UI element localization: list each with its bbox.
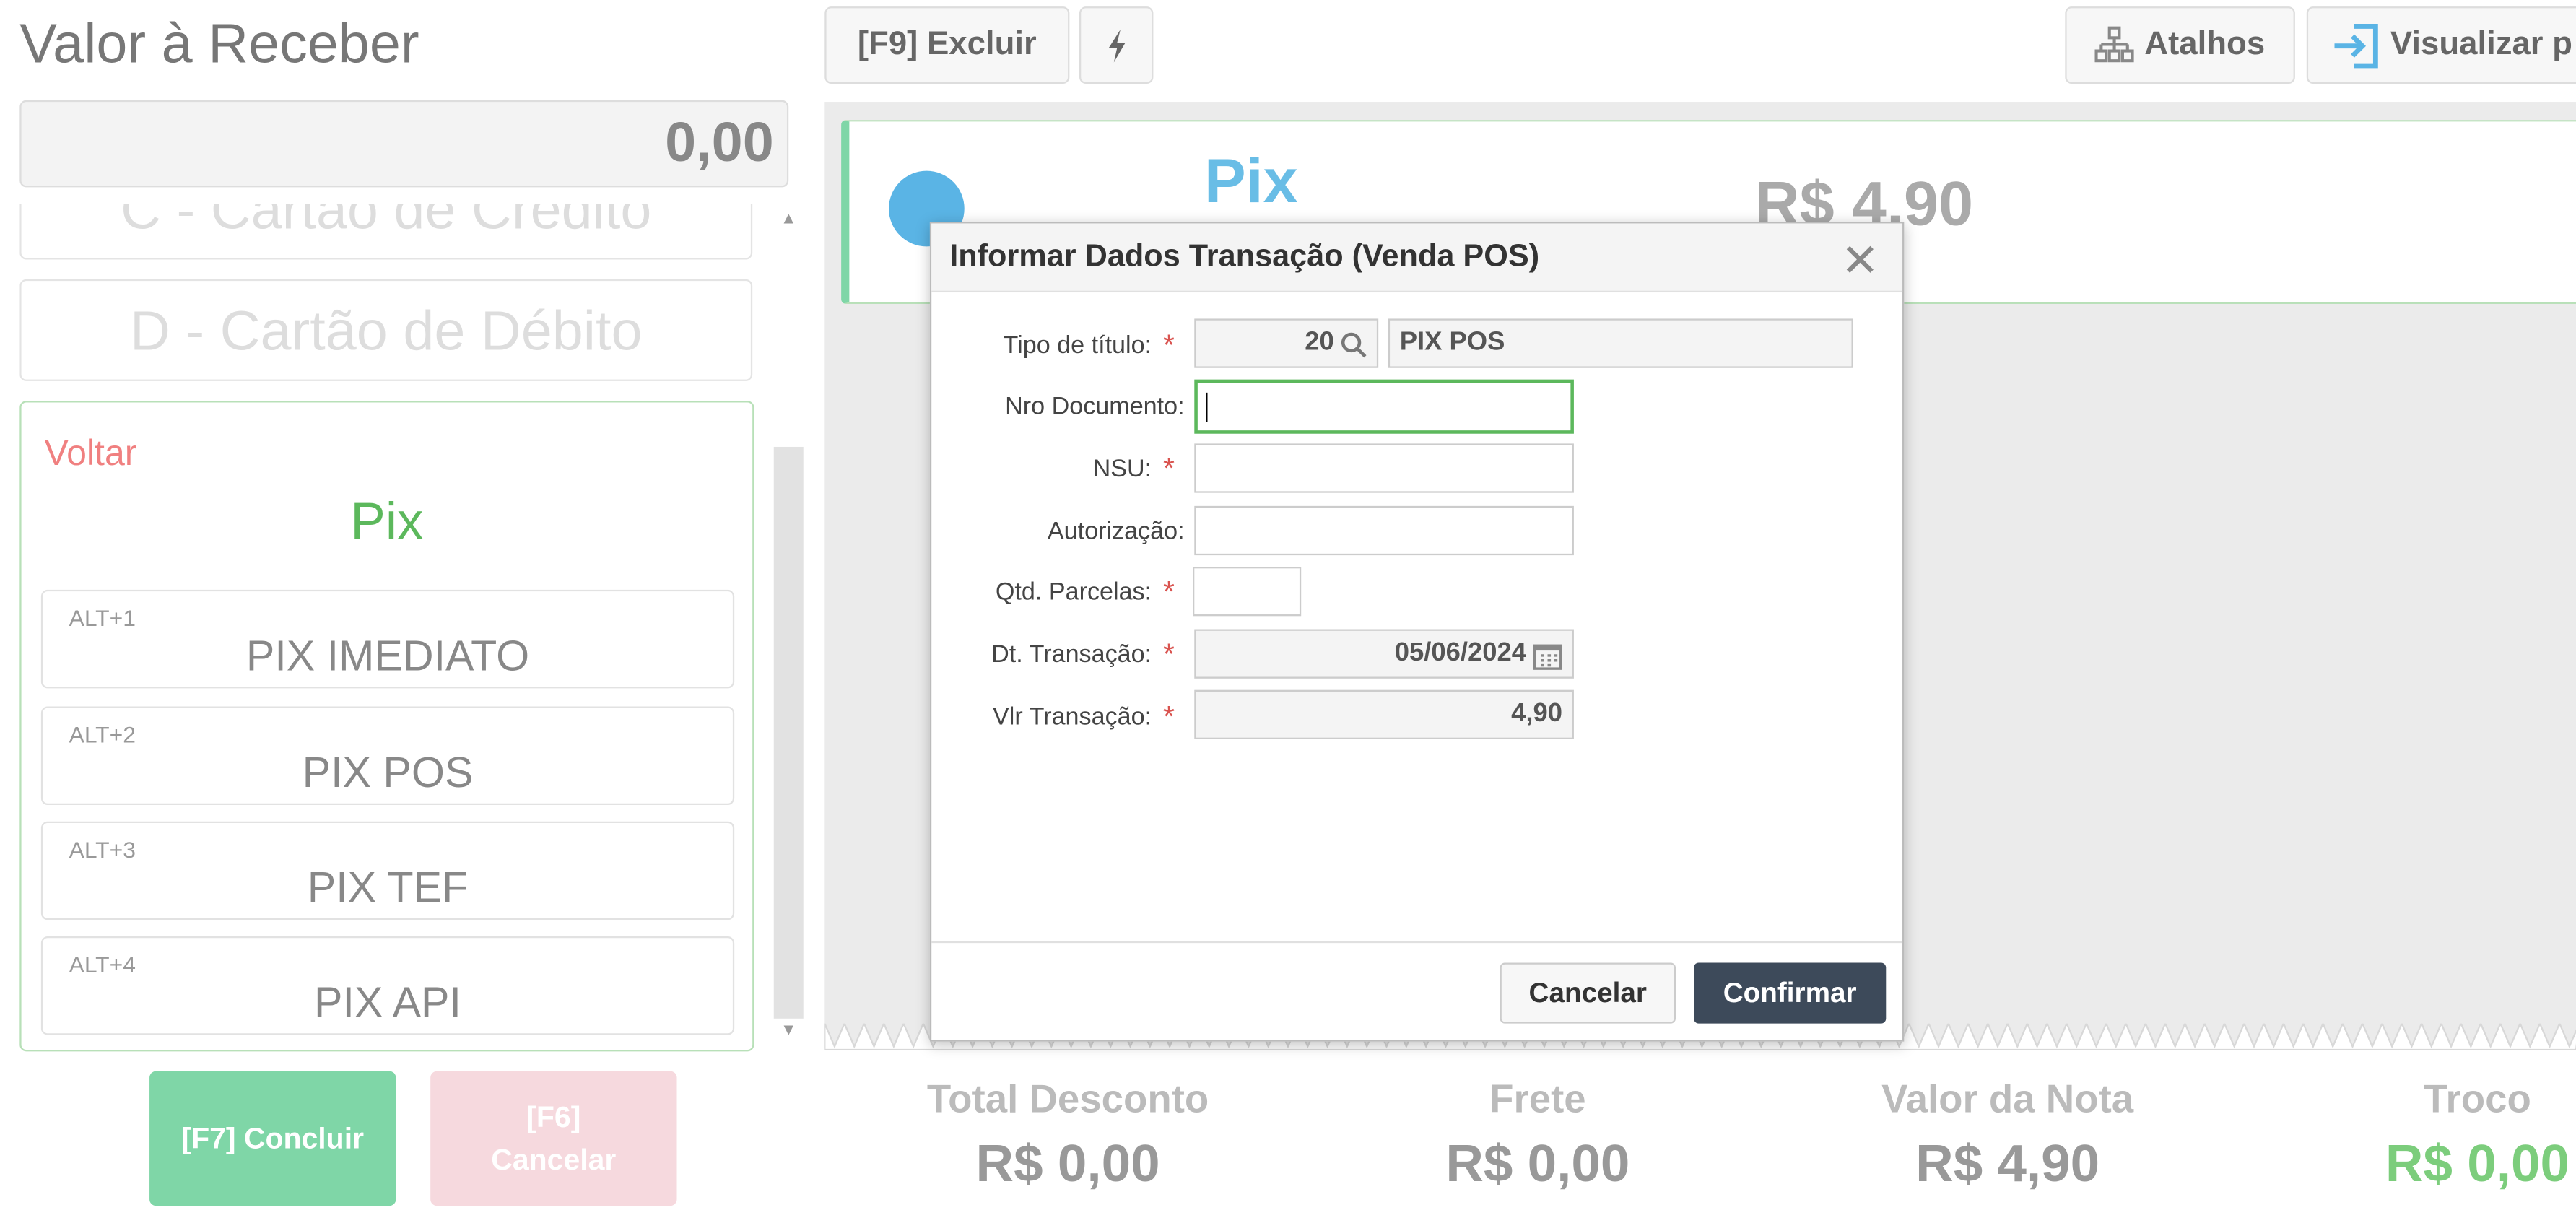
cancel-button[interactable]: Cancelar xyxy=(1500,962,1676,1024)
required-marker: * xyxy=(1163,451,1175,485)
method-debit-card[interactable]: D - Cartão de Débito xyxy=(19,279,753,381)
dt-transacao-label: Dt. Transação: xyxy=(991,640,1152,669)
scrollbar[interactable]: ▲ ▼ xyxy=(772,204,805,1048)
tipo-code-field[interactable]: 20 xyxy=(1194,318,1379,368)
cancelar-button[interactable]: [F6] Cancelar xyxy=(430,1071,677,1206)
dt-transacao-value: 05/06/2024 xyxy=(1394,639,1526,667)
vlr-transacao-label: Vlr Transação: xyxy=(993,702,1152,731)
atalhos-button[interactable]: Atalhos xyxy=(2065,6,2295,84)
required-marker: * xyxy=(1163,328,1175,362)
freight-label: Frete xyxy=(1489,1077,1586,1123)
concluir-label: [F7] Concluir xyxy=(181,1121,365,1154)
transaction-dialog: Informar Dados Transação (Venda POS) ✕ T… xyxy=(929,222,1905,1042)
shortcut-label: ALT+3 xyxy=(69,836,136,863)
change-label: Troco xyxy=(2424,1077,2531,1123)
required-marker: * xyxy=(1163,637,1175,671)
tipo-label: Tipo de título: xyxy=(1003,331,1152,360)
page-title: Valor à Receber xyxy=(19,13,419,76)
atalhos-label: Atalhos xyxy=(2144,26,2266,63)
text-cursor xyxy=(1206,392,1208,422)
tipo-description-value: PIX POS xyxy=(1399,328,1505,357)
nro-documento-input[interactable] xyxy=(1194,379,1574,434)
tipo-code-value: 20 xyxy=(1305,328,1334,357)
pix-submenu: Voltar Pix ALT+1 PIX IMEDIATO ALT+2 PIX … xyxy=(19,401,754,1052)
nsu-input[interactable] xyxy=(1194,443,1574,493)
payment-card-method: Pix xyxy=(1204,147,1298,217)
required-marker: * xyxy=(1163,575,1175,608)
calendar-icon[interactable] xyxy=(1533,640,1562,670)
cancelar-label-line2: Cancelar xyxy=(491,1143,617,1177)
vlr-transacao-field: 4,90 xyxy=(1194,689,1574,739)
nro-documento-label: Nro Documento: xyxy=(1005,392,1185,421)
pix-submenu-title: Pix xyxy=(350,491,424,551)
option-label: PIX API xyxy=(314,977,461,1027)
back-button[interactable]: Voltar xyxy=(44,432,136,474)
option-label: PIX TEF xyxy=(307,862,469,912)
dialog-title: Informar Dados Transação (Venda POS) xyxy=(949,240,1540,275)
dialog-header: Informar Dados Transação (Venda POS) ✕ xyxy=(931,223,1903,293)
bolt-icon xyxy=(1108,28,1125,62)
vlr-transacao-value: 4,90 xyxy=(1511,700,1563,728)
invoice-value-label: Valor da Nota xyxy=(1881,1077,2134,1123)
pix-option-pos[interactable]: ALT+2 PIX POS xyxy=(40,706,735,805)
shortcut-label: ALT+4 xyxy=(69,951,136,978)
amount-to-receive: 0,00 xyxy=(19,100,789,188)
parcelas-input[interactable] xyxy=(1193,567,1302,617)
option-label: PIX IMEDIATO xyxy=(245,630,530,681)
change-value: R$ 0,00 xyxy=(2385,1133,2570,1193)
method-debit-label: D - Cartão de Débito xyxy=(129,300,643,363)
pix-option-imediato[interactable]: ALT+1 PIX IMEDIATO xyxy=(40,589,735,689)
scroll-down-icon[interactable]: ▼ xyxy=(772,1022,805,1040)
visualizar-button[interactable]: Visualizar p xyxy=(2306,6,2576,84)
shortcut-label: ALT+2 xyxy=(69,721,136,748)
nsu-label: NSU: xyxy=(1092,455,1152,483)
shortcut-label: ALT+1 xyxy=(69,604,136,631)
required-marker: * xyxy=(1163,700,1175,733)
confirm-button[interactable]: Confirmar xyxy=(1694,962,1887,1024)
dialog-footer-divider xyxy=(931,941,1903,944)
freight-value: R$ 0,00 xyxy=(1445,1133,1630,1193)
autorizacao-label: Autorização: xyxy=(1047,517,1185,546)
invoice-value: R$ 4,90 xyxy=(1915,1133,2100,1193)
total-discount-value: R$ 0,00 xyxy=(975,1133,1160,1193)
method-credit-label: C - Cartão de Crédito xyxy=(121,204,652,242)
excluir-button[interactable]: [F9] Excluir xyxy=(824,6,1070,84)
method-credit-card[interactable]: C - Cartão de Crédito xyxy=(19,204,753,260)
autorizacao-input[interactable] xyxy=(1194,505,1574,556)
dt-transacao-field[interactable]: 05/06/2024 xyxy=(1194,629,1574,679)
search-icon[interactable] xyxy=(1341,332,1367,358)
visualizar-label: Visualizar p xyxy=(2390,26,2572,63)
sitemap-icon xyxy=(2095,25,2135,62)
stage: Valor à Receber 0,00 C - Cartão de Crédi… xyxy=(0,0,2576,1210)
cancelar-label-line1: [F6] xyxy=(526,1100,581,1134)
scrollbar-thumb[interactable] xyxy=(773,446,804,1019)
close-icon[interactable]: ✕ xyxy=(1841,233,1879,287)
sign-in-icon xyxy=(2334,22,2378,68)
quick-action-button[interactable] xyxy=(1079,6,1154,84)
pix-option-tef[interactable]: ALT+3 PIX TEF xyxy=(40,821,735,920)
scroll-up-icon[interactable]: ▲ xyxy=(772,210,805,228)
excluir-label: [F9] Excluir xyxy=(857,26,1037,63)
concluir-button[interactable]: [F7] Concluir xyxy=(149,1071,396,1206)
total-discount-label: Total Desconto xyxy=(926,1077,1209,1123)
tipo-description-field: PIX POS xyxy=(1388,318,1853,368)
option-label: PIX POS xyxy=(302,747,474,797)
pix-option-api[interactable]: ALT+4 PIX API xyxy=(40,936,735,1035)
parcelas-label: Qtd. Parcelas: xyxy=(995,578,1152,606)
